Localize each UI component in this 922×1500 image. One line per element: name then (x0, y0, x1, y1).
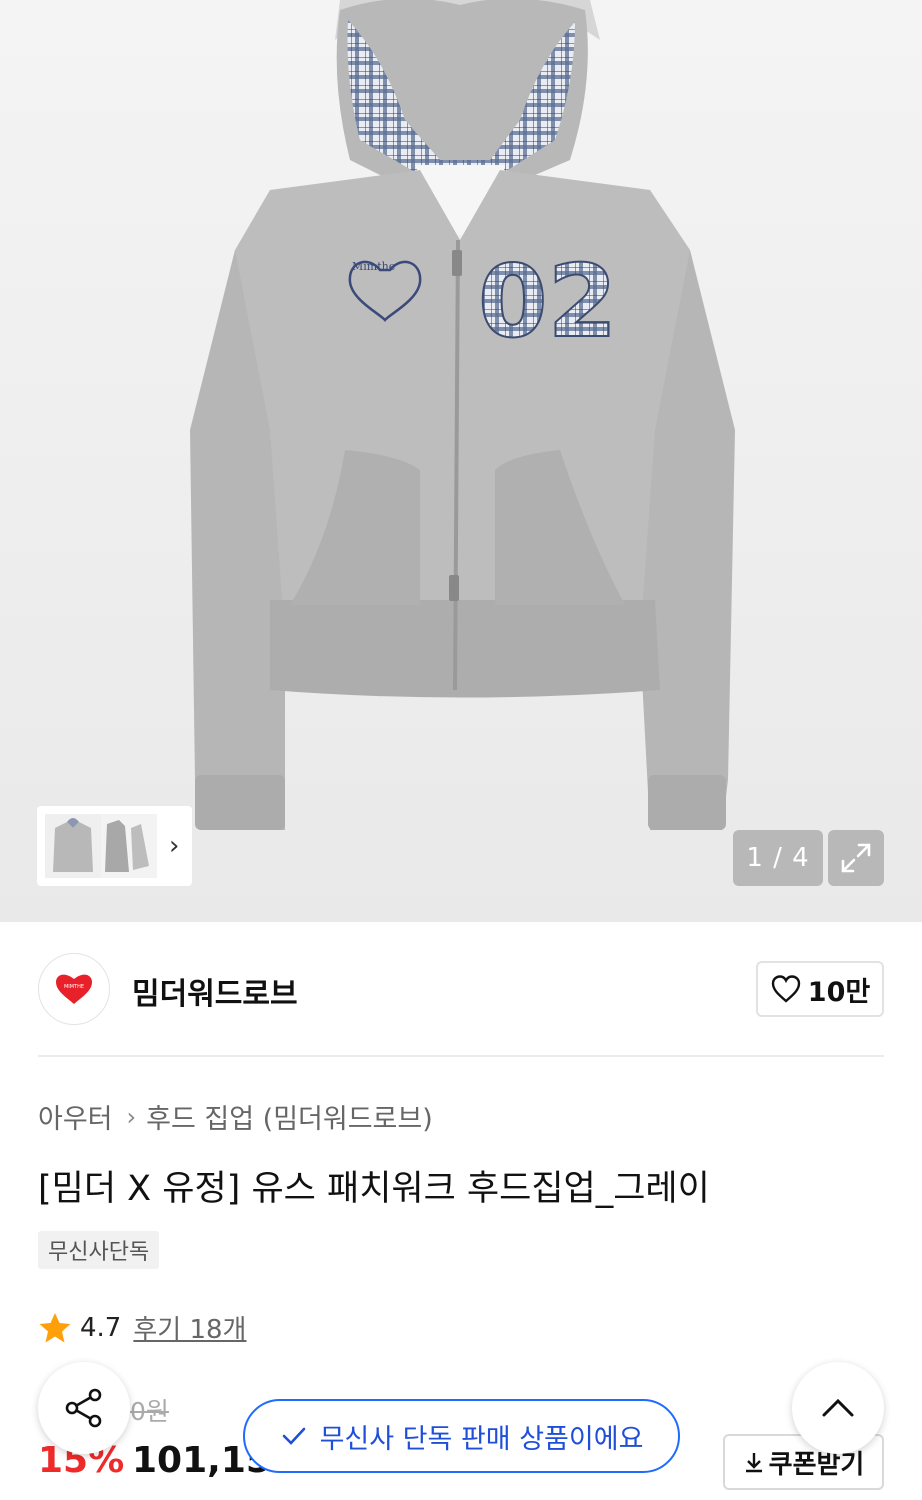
scroll-to-top-button[interactable] (792, 1362, 884, 1454)
thumbnail-images[interactable] (45, 814, 157, 878)
rating-value: 4.7 (80, 1312, 122, 1343)
brand-logo-text: MIMTHE (64, 984, 84, 990)
expand-button[interactable] (828, 830, 884, 886)
svg-text:02: 02 (478, 243, 617, 360)
breadcrumb-item-category[interactable]: 아우터 (38, 1097, 113, 1136)
breadcrumb-item-subcategory[interactable]: 후드 집업 (밈더워드로브) (146, 1097, 433, 1136)
product-photo-hoodie: Mimthe 02 (190, 0, 735, 830)
brand-name[interactable]: 밈더워드로브 (132, 969, 298, 1013)
like-button[interactable]: 10만 (756, 961, 884, 1017)
product-image-gallery[interactable]: Mimthe 02 › 1 / 4 (0, 0, 922, 922)
product-title: [밈더 X 유정] 유스 패치워크 후드집업_그레이 (38, 1169, 710, 1209)
download-icon (745, 1453, 762, 1473)
heart-outline-icon (771, 975, 800, 1003)
brand-logo[interactable]: MIMTHE (38, 953, 110, 1025)
breadcrumb: 아우터 › 후드 집업 (밈더워드로브) (38, 1097, 433, 1136)
exclusive-badge: 무신사단독 (38, 1231, 160, 1269)
chevron-right-icon[interactable]: › (169, 833, 179, 859)
chevron-up-icon (822, 1398, 854, 1417)
rating-row: 4.7 후기 18개 (38, 1309, 246, 1346)
share-button[interactable] (38, 1362, 130, 1454)
reviews-link[interactable]: 후기 18개 (133, 1309, 246, 1346)
check-icon (282, 1427, 305, 1445)
share-icon (65, 1388, 102, 1428)
image-counter: 1 / 4 (733, 830, 823, 886)
divider (38, 1055, 884, 1057)
svg-text:Mimthe: Mimthe (352, 260, 395, 273)
toast-text: 무신사 단독 판매 상품이에요 (319, 1423, 644, 1455)
expand-icon (841, 843, 871, 873)
like-count: 10만 (807, 976, 871, 1008)
exclusive-toast: 무신사 단독 판매 상품이에요 (243, 1399, 680, 1473)
chevron-right-icon: › (126, 1102, 137, 1131)
thumbnail-strip[interactable]: › (37, 806, 192, 886)
star-icon (39, 1312, 71, 1342)
original-price: 0원 (130, 1397, 169, 1426)
